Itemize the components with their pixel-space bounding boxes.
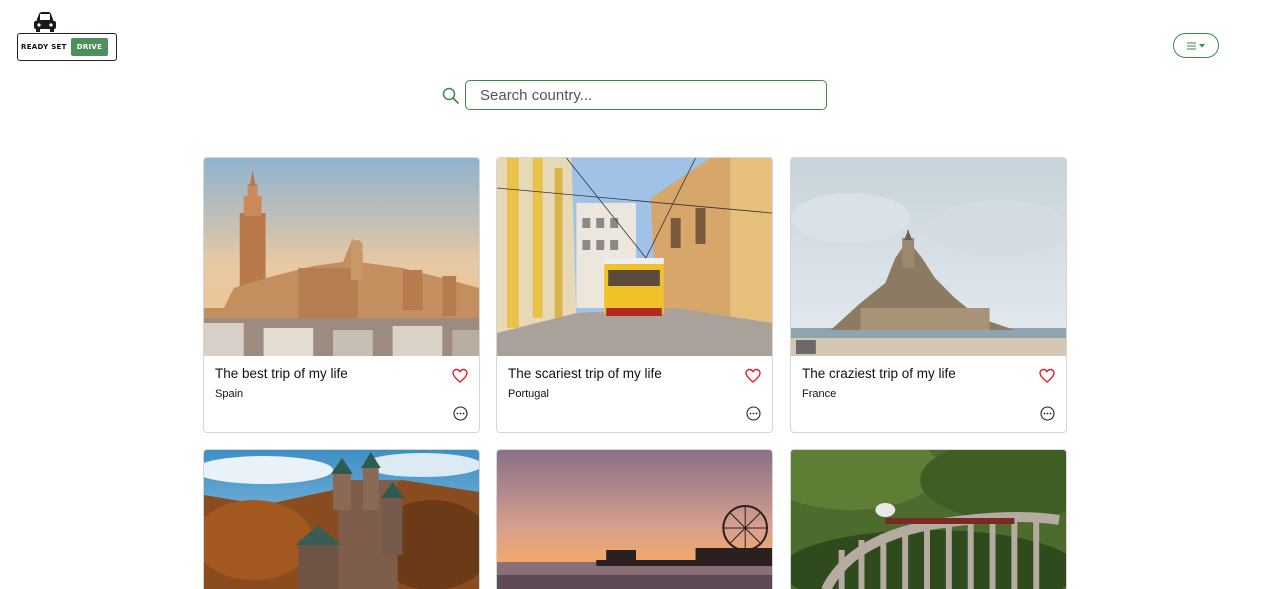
logo-text: READY SET xyxy=(21,43,67,51)
search-icon xyxy=(442,87,459,104)
trip-card[interactable]: The scariest trip of my life Portugal xyxy=(496,157,773,433)
more-options-icon[interactable] xyxy=(1040,406,1055,421)
car-icon xyxy=(34,12,56,32)
trip-card[interactable] xyxy=(790,449,1067,589)
more-options-icon[interactable] xyxy=(453,406,468,421)
caret-down-icon xyxy=(1199,43,1205,47)
card-country: France xyxy=(802,388,837,400)
trip-card[interactable]: The craziest trip of my life France xyxy=(790,157,1067,433)
trip-card[interactable] xyxy=(203,449,480,589)
viaduct-train-photo xyxy=(791,450,1066,589)
castle-forest-photo xyxy=(204,450,479,589)
card-title: The best trip of my life xyxy=(215,366,348,381)
trip-card[interactable] xyxy=(496,449,773,589)
menu-dropdown-button[interactable] xyxy=(1173,33,1219,58)
logo-badge: DRIVE xyxy=(70,38,109,56)
more-options-icon[interactable] xyxy=(746,406,761,421)
heart-icon[interactable] xyxy=(452,368,468,384)
card-title: The craziest trip of my life xyxy=(802,366,956,381)
hamburger-icon xyxy=(1187,42,1196,49)
mont-saint-michel-photo xyxy=(791,158,1066,356)
seville-cathedral-photo xyxy=(204,158,479,356)
pier-sunset-photo xyxy=(497,450,772,589)
card-title: The scariest trip of my life xyxy=(508,366,662,381)
card-country: Portugal xyxy=(508,388,549,400)
lisbon-tram-photo xyxy=(497,158,772,356)
trip-card[interactable]: The best trip of my life Spain xyxy=(203,157,480,433)
search-input[interactable] xyxy=(465,80,827,110)
heart-icon[interactable] xyxy=(745,368,761,384)
logo-box: READY SET DRIVE xyxy=(17,33,117,61)
app-logo[interactable]: READY SET DRIVE xyxy=(17,10,117,62)
card-country: Spain xyxy=(215,388,244,400)
heart-icon[interactable] xyxy=(1039,368,1055,384)
